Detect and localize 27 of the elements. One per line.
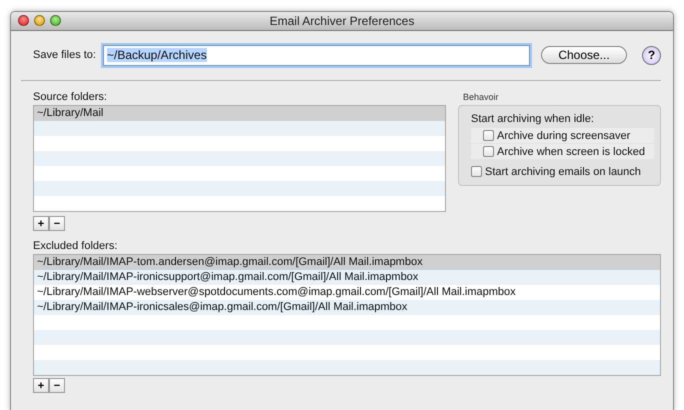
checkbox[interactable]: [483, 146, 494, 157]
source-folders-label: Source folders:: [33, 91, 108, 103]
behavior-title: Behavoir: [462, 92, 500, 102]
window-title: Email Archiver Preferences: [270, 14, 414, 28]
folder-row[interactable]: ~/Library/Mail: [34, 106, 445, 121]
folder-row[interactable]: ~/Library/Mail/IMAP-ironicsales@imap.gmail.com/[Gmail]/All Mail.imapmbox: [34, 300, 660, 315]
checkbox[interactable]: [483, 130, 494, 141]
folder-row[interactable]: ~/Library/Mail/IMAP-tom.andersen@imap.gmail.com/[Gmail]/All Mail.imapmbox: [34, 255, 660, 270]
save-path-field[interactable]: ~/Backup/Archives: [102, 44, 530, 66]
help-button[interactable]: ?: [642, 46, 661, 64]
option-label: Archive when screen is locked: [497, 146, 645, 158]
option-label: Archive during screensaver: [497, 130, 630, 142]
save-label: Save files to:: [33, 49, 96, 61]
folder-row[interactable]: ~/Library/Mail/IMAP-webserver@spotdocuments.com@imap.gmail.com/[Gmail]/All Mail.imapmbox: [34, 285, 660, 300]
add-button[interactable]: +: [33, 378, 49, 393]
excluded-folders-label: Excluded folders:: [33, 240, 118, 252]
idle-heading: Start archiving when idle:: [471, 113, 595, 125]
remove-button[interactable]: −: [49, 378, 65, 393]
minimize-icon[interactable]: [34, 15, 45, 26]
zoom-icon[interactable]: [50, 15, 61, 26]
choose-button[interactable]: Choose...: [541, 46, 627, 64]
folder-row[interactable]: ~/Library/Mail/IMAP-ironicsupport@imap.gmail.com/[Gmail]/All Mail.imapmbox: [34, 270, 660, 285]
add-button[interactable]: +: [33, 216, 49, 231]
close-icon[interactable]: [18, 15, 29, 26]
checkbox[interactable]: [471, 166, 482, 177]
option-label: Start archiving emails on launch: [485, 166, 641, 178]
remove-button[interactable]: −: [49, 216, 65, 231]
